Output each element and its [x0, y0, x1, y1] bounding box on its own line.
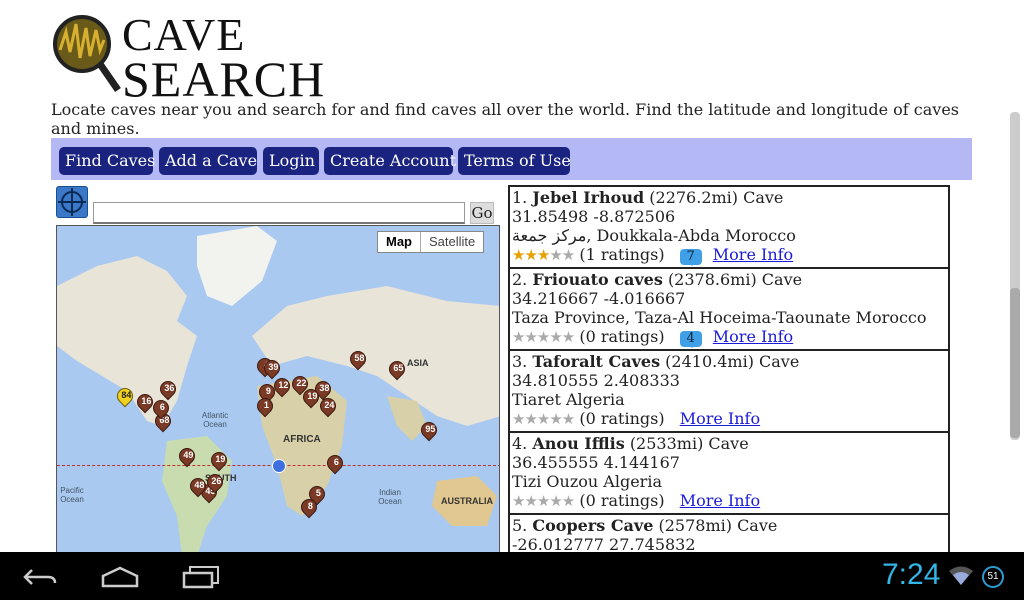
system-clock: 7:24 — [882, 558, 941, 591]
go-button[interactable]: Go — [470, 202, 494, 224]
satellite-view-button[interactable]: Satellite — [420, 232, 483, 252]
crosshair-icon — [58, 188, 86, 216]
result-item: 3. Taforalt Caves (2410.4mi) Cave 34.810… — [508, 349, 950, 431]
cave-region: Taza Province, Taza-Al Hoceima-Taounate … — [512, 308, 927, 327]
map-type-toggle: Map Satellite — [377, 231, 485, 253]
cave-search-logo[interactable]: CAVE SEARCH — [52, 10, 372, 104]
map-label-asia: ASIA — [407, 358, 429, 368]
comments-bubble-icon[interactable]: 7 — [679, 249, 702, 266]
cave-coords: 34.216667 -4.016667 — [512, 289, 686, 308]
rating-stars[interactable]: ★★★★★ — [512, 328, 575, 346]
terms-of-use-button[interactable]: Terms of Use — [458, 147, 571, 175]
more-info-link[interactable]: More Info — [713, 245, 793, 264]
find-caves-button[interactable]: Find Caves — [59, 147, 155, 175]
result-item: 1. Jebel Irhoud (2276.2mi) Cave 31.85498… — [508, 185, 950, 267]
cave-region: Tiaret Algeria — [512, 390, 625, 409]
comments-bubble-icon[interactable]: 4 — [679, 331, 702, 348]
more-info-link[interactable]: More Info — [680, 409, 760, 428]
cave-region: مركز جمعة, Doukkala-Abda Morocco — [512, 226, 796, 245]
system-navigation-bar — [0, 552, 1024, 600]
more-info-link[interactable]: More Info — [713, 327, 793, 346]
map-label-pacific: Pacific Ocean — [60, 486, 84, 504]
cave-coords: 31.85498 -8.872506 — [512, 207, 676, 226]
search-input[interactable] — [93, 202, 465, 224]
rating-stars[interactable]: ★★★★★ — [512, 492, 575, 510]
result-item: 2. Friouato caves (2378.6mi) Cave 34.216… — [508, 267, 950, 349]
more-info-link[interactable]: More Info — [680, 491, 760, 510]
magnifier-logo-icon — [53, 15, 121, 92]
back-icon[interactable] — [22, 566, 58, 588]
map-label-atlantic: Atlantic Ocean — [201, 411, 229, 429]
cave-name-link[interactable]: Taforalt Caves — [532, 352, 660, 371]
recent-apps-icon[interactable] — [182, 565, 220, 589]
cave-name-link[interactable]: Jebel Irhoud — [532, 188, 644, 207]
rating-stars[interactable]: ★★★★★ — [512, 410, 575, 428]
login-button[interactable]: Login — [263, 147, 319, 175]
nav-bar: Find Caves Add a Cave Login Create Accou… — [51, 138, 972, 180]
cave-name-link[interactable]: Friouato caves — [532, 270, 662, 289]
wifi-icon — [949, 566, 973, 585]
result-item: 4. Anou Ifflis (2533mi) Cave 36.455555 4… — [508, 431, 950, 513]
map-label-africa: AFRICA — [283, 434, 321, 445]
current-location-dot — [272, 459, 286, 473]
page-scrollbar-thumb[interactable] — [1010, 288, 1020, 438]
cave-coords: 36.455555 4.144167 — [512, 453, 680, 472]
battery-indicator-icon: 51 — [982, 566, 1004, 588]
results-list: 1. Jebel Irhoud (2276.2mi) Cave 31.85498… — [508, 185, 950, 555]
create-account-button[interactable]: Create Account — [324, 147, 456, 175]
home-icon[interactable] — [100, 566, 140, 588]
logo-text-search: SEARCH — [122, 51, 326, 107]
intro-text: Locate caves near you and search for and… — [51, 100, 959, 138]
map-label-indian: Indian Ocean — [378, 488, 402, 506]
cave-region: Tizi Ouzou Algeria — [512, 472, 662, 491]
map-view-button[interactable]: Map — [378, 232, 420, 252]
cave-name-link[interactable]: Anou Ifflis — [532, 434, 624, 453]
cave-coords: 34.810555 2.408333 — [512, 371, 680, 390]
world-map[interactable]: Map Satellite AFRICA SOUTH AUSTRALIA ASI… — [56, 225, 500, 555]
add-cave-button[interactable]: Add a Cave — [159, 147, 257, 175]
locate-me-button[interactable] — [56, 186, 88, 218]
cave-name-link[interactable]: Coopers Cave — [532, 516, 653, 535]
map-label-australia: AUSTRALIA — [441, 496, 493, 506]
rating-stars[interactable]: ★★★★★ — [512, 246, 575, 264]
result-item: 5. Coopers Cave (2578mi) Cave -26.012777… — [508, 513, 950, 555]
